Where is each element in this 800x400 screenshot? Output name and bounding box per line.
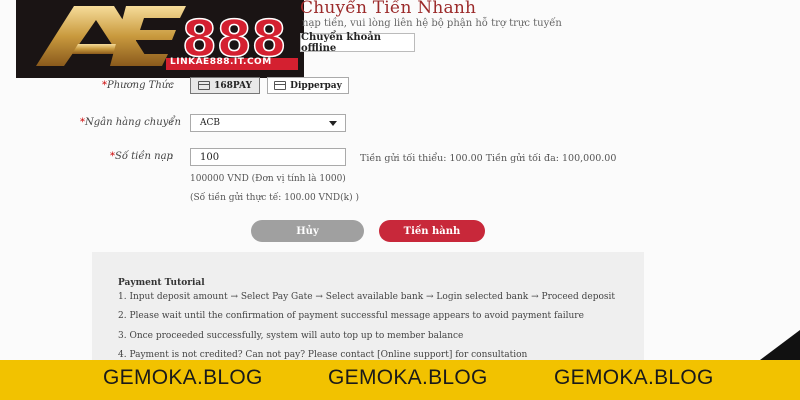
method-colon: : [170,80,174,91]
tutorial-step: 3. Once proceeded successfully, system w… [118,331,464,341]
proceed-button[interactable]: Tiến hành [379,220,485,242]
bank-selected-value: ACB [200,118,220,128]
corner-decoration [760,330,800,360]
pay-option-168pay[interactable]: 168PAY [190,77,260,94]
pay-option-label: Dipperpay [290,80,342,91]
tutorial-title: Payment Tutorial [118,278,205,288]
page-subtitle: nạp tiền, vui lòng liên hệ bộ phận hỗ tr… [302,18,562,29]
amount-value: 100 [200,151,220,163]
ae888-logo: 888 LINKAE888.IT.COM [16,0,304,78]
pay-option-label: 168PAY [214,80,252,91]
logo-subtext: LINKAE888.IT.COM [170,57,272,67]
cancel-button[interactable]: Hủy [251,220,364,242]
watermark-text: GEMOKA.BLOG [554,366,714,389]
deposit-limits: Tiền gửi tối thiểu: 100.00 Tiền gửi tối … [360,153,617,164]
watermark-text: GEMOKA.BLOG [328,366,488,389]
amount-label: *Số tiền nạp [110,151,173,162]
offline-transfer-button[interactable]: Chuyển khoản offline [300,32,415,54]
bank-select[interactable]: ACB [190,114,346,132]
watermark-text: GEMOKA.BLOG [103,366,263,389]
card-icon [274,81,287,90]
amount-input[interactable]: 100 [190,148,346,166]
bank-label: *Ngân hàng chuyển [80,117,181,128]
tutorial-step: 4. Payment is not credited? Can not pay?… [118,350,528,360]
page-title: Chuyển Tiền Nhanh [300,0,477,18]
card-icon [198,81,211,90]
amount-colon: : [170,151,174,162]
payment-tutorial-panel: Payment Tutorial 1. Input deposit amount… [92,252,644,372]
chevron-down-icon [329,121,337,126]
method-label: *Phương Thức [102,80,174,91]
pay-option-dipperpay[interactable]: Dipperpay [267,77,349,94]
actual-amount-note: (Số tiền gửi thực tế: 100.00 VND(k) ) [190,193,359,203]
watermark-banner: GEMOKA.BLOG GEMOKA.BLOG GEMOKA.BLOG [0,360,800,400]
tutorial-step: 1. Input deposit amount → Select Pay Gat… [118,292,615,302]
tutorial-step: 2. Please wait until the confirmation of… [118,311,584,321]
unit-note: 100000 VND (Đơn vị tính là 1000) [190,174,346,184]
bank-colon: : [170,117,174,128]
